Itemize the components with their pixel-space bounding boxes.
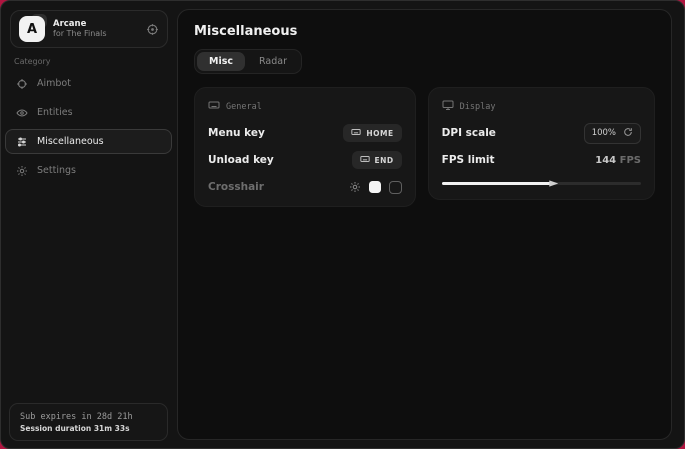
- tab-radar[interactable]: Radar: [247, 52, 299, 71]
- tab-bar: Misc Radar: [194, 49, 302, 74]
- keyboard-icon: [351, 127, 361, 139]
- dpi-scale-control[interactable]: 100%: [584, 123, 641, 144]
- fps-limit-label: FPS limit: [442, 154, 495, 166]
- display-panel-title: Display: [460, 102, 496, 112]
- general-panel-header: General: [208, 99, 402, 114]
- crosshair-row: Crosshair: [208, 179, 402, 195]
- fps-slider-thumb[interactable]: [549, 179, 558, 188]
- dpi-scale-value: 100%: [592, 128, 616, 138]
- keyboard-icon: [208, 99, 220, 114]
- display-panel: Display DPI scale 100% FPS limit: [428, 87, 655, 200]
- logo-letter: A: [19, 16, 45, 42]
- sidebar-item-label: Aimbot: [37, 78, 71, 89]
- unload-key-binding[interactable]: END: [352, 151, 402, 169]
- subscription-card: Sub expires in 28d 21h Session duration …: [9, 403, 168, 441]
- sidebar: A Arcane for The Finals Category: [1, 1, 176, 448]
- fps-limit-row: FPS limit 144 FPS: [442, 152, 641, 168]
- general-panel-title: General: [226, 102, 262, 112]
- brand-subtitle: for The Finals: [53, 29, 138, 39]
- menu-key-binding[interactable]: HOME: [343, 124, 401, 142]
- menu-key-row: Menu key HOME: [208, 125, 402, 141]
- fps-limit-value: 144 FPS: [595, 155, 641, 166]
- fps-number: 144: [595, 155, 616, 166]
- crosshair-color-swatch[interactable]: [369, 181, 381, 193]
- menu-key-label: Menu key: [208, 127, 265, 139]
- display-panel-header: Display: [442, 99, 641, 114]
- sidebar-item-entities[interactable]: Entities: [5, 100, 172, 125]
- menu-key-value: HOME: [366, 129, 393, 138]
- fps-slider-fill: [442, 182, 552, 185]
- unload-key-row: Unload key END: [208, 152, 402, 168]
- sidebar-nav: Aimbot Entities: [5, 71, 172, 183]
- brand-text: Arcane for The Finals: [53, 19, 138, 40]
- dpi-scale-row: DPI scale 100%: [442, 125, 641, 141]
- sub-expires-text: Sub expires in 28d 21h: [20, 412, 157, 422]
- keyboard-icon: [360, 154, 370, 166]
- fps-unit: FPS: [620, 155, 641, 166]
- dpi-scale-label: DPI scale: [442, 127, 496, 139]
- sidebar-item-aimbot[interactable]: Aimbot: [5, 71, 172, 96]
- scope-icon[interactable]: [146, 23, 159, 36]
- fps-limit-slider[interactable]: [442, 178, 641, 188]
- tab-misc[interactable]: Misc: [197, 52, 245, 71]
- brand-card: A Arcane for The Finals: [10, 10, 168, 48]
- app-logo: A: [19, 16, 45, 42]
- crosshair-controls: [349, 181, 402, 194]
- crosshair-label: Crosshair: [208, 181, 264, 193]
- reset-icon[interactable]: [623, 127, 633, 140]
- unload-key-label: Unload key: [208, 154, 274, 166]
- eye-icon: [16, 107, 28, 119]
- panels-row: General Menu key HOME Unload key: [194, 87, 655, 207]
- crosshair-icon: [16, 78, 28, 90]
- gear-icon: [16, 165, 28, 177]
- sidebar-item-label: Miscellaneous: [37, 136, 104, 147]
- sidebar-item-label: Settings: [37, 165, 76, 176]
- sidebar-item-settings[interactable]: Settings: [5, 158, 172, 183]
- page-title: Miscellaneous: [194, 24, 655, 39]
- sidebar-item-miscellaneous[interactable]: Miscellaneous: [5, 129, 172, 154]
- main-content: Miscellaneous Misc Radar General: [177, 9, 672, 440]
- sidebar-item-label: Entities: [37, 107, 73, 118]
- gear-icon[interactable]: [349, 181, 361, 193]
- monitor-icon: [442, 99, 454, 114]
- brand-title: Arcane: [53, 19, 138, 30]
- general-panel: General Menu key HOME Unload key: [194, 87, 416, 207]
- app-window: A Arcane for The Finals Category: [0, 0, 685, 449]
- unload-key-value: END: [375, 156, 394, 165]
- category-label: Category: [14, 57, 51, 66]
- session-duration-text: Session duration 31m 33s: [20, 424, 157, 433]
- crosshair-checkbox[interactable]: [389, 181, 402, 194]
- sliders-icon: [16, 136, 28, 148]
